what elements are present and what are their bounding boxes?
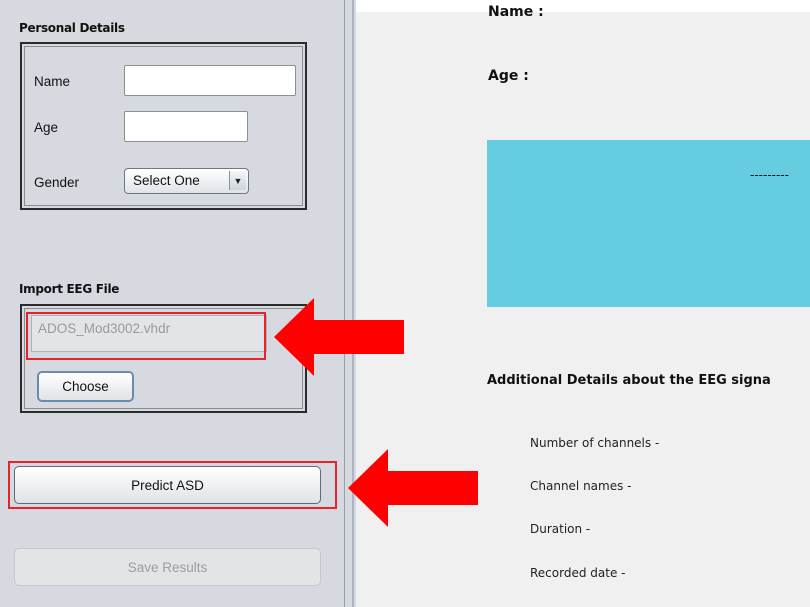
age-label: Age — [34, 120, 59, 135]
gender-selected-value: Select One — [133, 173, 200, 188]
personal-details-title: Personal Details — [19, 21, 125, 35]
gender-label: Gender — [34, 175, 80, 190]
gender-select[interactable]: Select One ▼ — [124, 168, 249, 194]
result-banner: --------- — [487, 140, 810, 307]
personal-details-group: Name Age Gender Select One ▼ — [20, 42, 307, 210]
name-display-label: Name : — [488, 4, 544, 20]
chevron-down-icon[interactable]: ▼ — [229, 171, 246, 190]
left-arrow-icon — [274, 298, 404, 376]
age-input[interactable] — [124, 111, 248, 142]
predict-button-highlight-box — [8, 461, 337, 509]
result-banner-text: --------- — [750, 168, 789, 182]
left-arrow-icon — [348, 449, 478, 527]
name-label: Name — [34, 74, 71, 89]
age-display-label: Age : — [488, 68, 529, 84]
detail-recorded-date: Recorded date - — [530, 566, 626, 580]
file-field-highlight-box — [26, 312, 266, 360]
additional-details-title: Additional Details about the EEG signa — [487, 373, 771, 388]
choose-button[interactable]: Choose — [37, 371, 134, 402]
save-results-button[interactable]: Save Results — [14, 548, 321, 586]
name-input[interactable] — [124, 65, 296, 96]
detail-number-of-channels: Number of channels - — [530, 436, 660, 450]
detail-channel-names: Channel names - — [530, 479, 632, 493]
import-eeg-title: Import EEG File — [19, 282, 120, 296]
detail-duration: Duration - — [530, 522, 591, 536]
